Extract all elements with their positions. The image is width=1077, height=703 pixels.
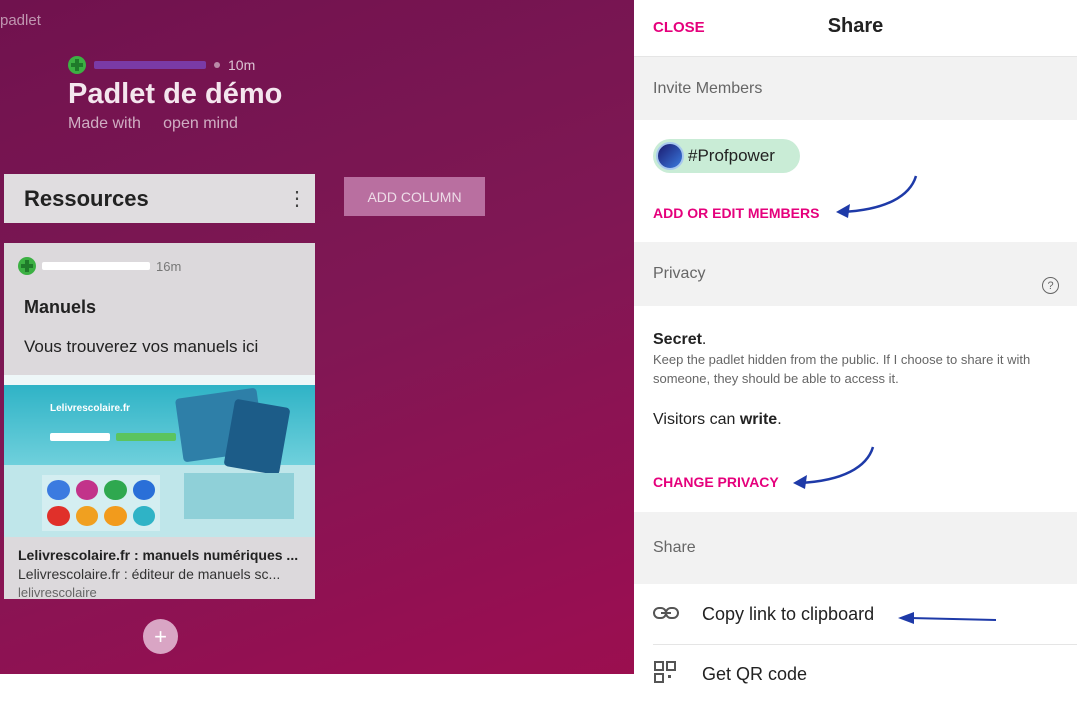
privacy-secret-title: Secret. — [653, 331, 706, 349]
share-section-header: Share — [634, 512, 1077, 584]
link-description: Lelivrescolaire.fr : éditeur de manuels … — [18, 566, 281, 582]
qr-code-icon — [653, 660, 683, 689]
preview-button — [116, 433, 176, 441]
preview-brand: Lelivrescolaire.fr — [50, 403, 131, 414]
link-icon — [653, 604, 683, 625]
post-author-redacted — [42, 262, 150, 270]
add-post-button[interactable]: + — [143, 619, 178, 654]
member-avatar — [656, 142, 684, 170]
annotation-arrow — [836, 175, 918, 218]
preview-tablet — [223, 398, 291, 476]
add-edit-members-button[interactable]: ADD OR EDIT MEMBERS — [653, 205, 819, 221]
preview-side-block — [184, 473, 294, 519]
board-title: Padlet de démo — [68, 78, 283, 110]
post-body: Vous trouverez vos manuels ici — [24, 337, 259, 356]
separator-dot — [214, 62, 220, 68]
visitor-permission-prefix: Visitors can — [653, 411, 740, 428]
annotation-arrow — [898, 612, 997, 624]
visitor-permission-value: write — [739, 411, 778, 428]
visitor-permission-suffix: . — [777, 411, 782, 428]
kebab-menu-icon[interactable]: ⋮ — [287, 189, 307, 209]
post-time: 16m — [156, 258, 182, 274]
author-name-redacted — [94, 61, 206, 69]
change-privacy-button[interactable]: CHANGE PRIVACY — [653, 474, 779, 490]
post-author-row: 16m — [18, 257, 181, 275]
privacy-level-period: . — [701, 331, 707, 348]
board-time: 10m — [228, 57, 256, 73]
preview-nav-bar — [4, 375, 315, 385]
post-title: Manuels — [24, 297, 97, 317]
help-circle-icon[interactable]: ? — [1042, 277, 1059, 294]
column-title: Ressources — [24, 185, 149, 211]
invite-members-header: Invite Members — [634, 57, 1077, 120]
board-author-row: 10m — [68, 56, 255, 74]
preview-subject-grid — [42, 475, 160, 531]
share-title: Share — [827, 15, 884, 37]
post-author-avatar — [18, 257, 36, 275]
annotation-arrow — [793, 446, 875, 489]
add-column-button[interactable]: ADD COLUMN — [344, 177, 485, 216]
privacy-level: Secret — [653, 331, 702, 348]
privacy-header: Privacy — [634, 242, 1077, 306]
share-panel: CLOSE Share Invite Members #Profpower AD… — [634, 0, 1077, 684]
visitor-permission: Visitors can write. — [653, 411, 782, 429]
copy-link-row[interactable]: Copy link to clipboard — [634, 585, 1077, 643]
author-avatar — [68, 56, 86, 74]
post-card[interactable]: 16m Manuels Vous trouverez vos manuels i… — [4, 243, 315, 599]
qr-code-row[interactable]: Get QR code — [634, 645, 1077, 703]
member-chip-label: #Profpower — [688, 146, 775, 165]
padlet-logo[interactable]: padlet — [0, 12, 41, 29]
share-header: CLOSE Share — [634, 0, 1077, 57]
member-chip[interactable]: #Profpower — [653, 139, 800, 173]
preview-button — [50, 433, 110, 441]
board-subtitle: Made with open mind — [68, 115, 238, 132]
link-domain: lelivrescolaire — [18, 585, 97, 599]
link-title[interactable]: Lelivrescolaire.fr : manuels numériques … — [18, 547, 298, 563]
qr-code-label: Get QR code — [702, 663, 808, 684]
link-preview-image[interactable]: Lelivrescolaire.fr — [4, 375, 315, 537]
privacy-description: Keep the padlet hidden from the public. … — [653, 352, 1031, 386]
column-header[interactable]: Ressources ⋮ — [4, 174, 315, 223]
copy-link-label: Copy link to clipboard — [702, 603, 875, 624]
